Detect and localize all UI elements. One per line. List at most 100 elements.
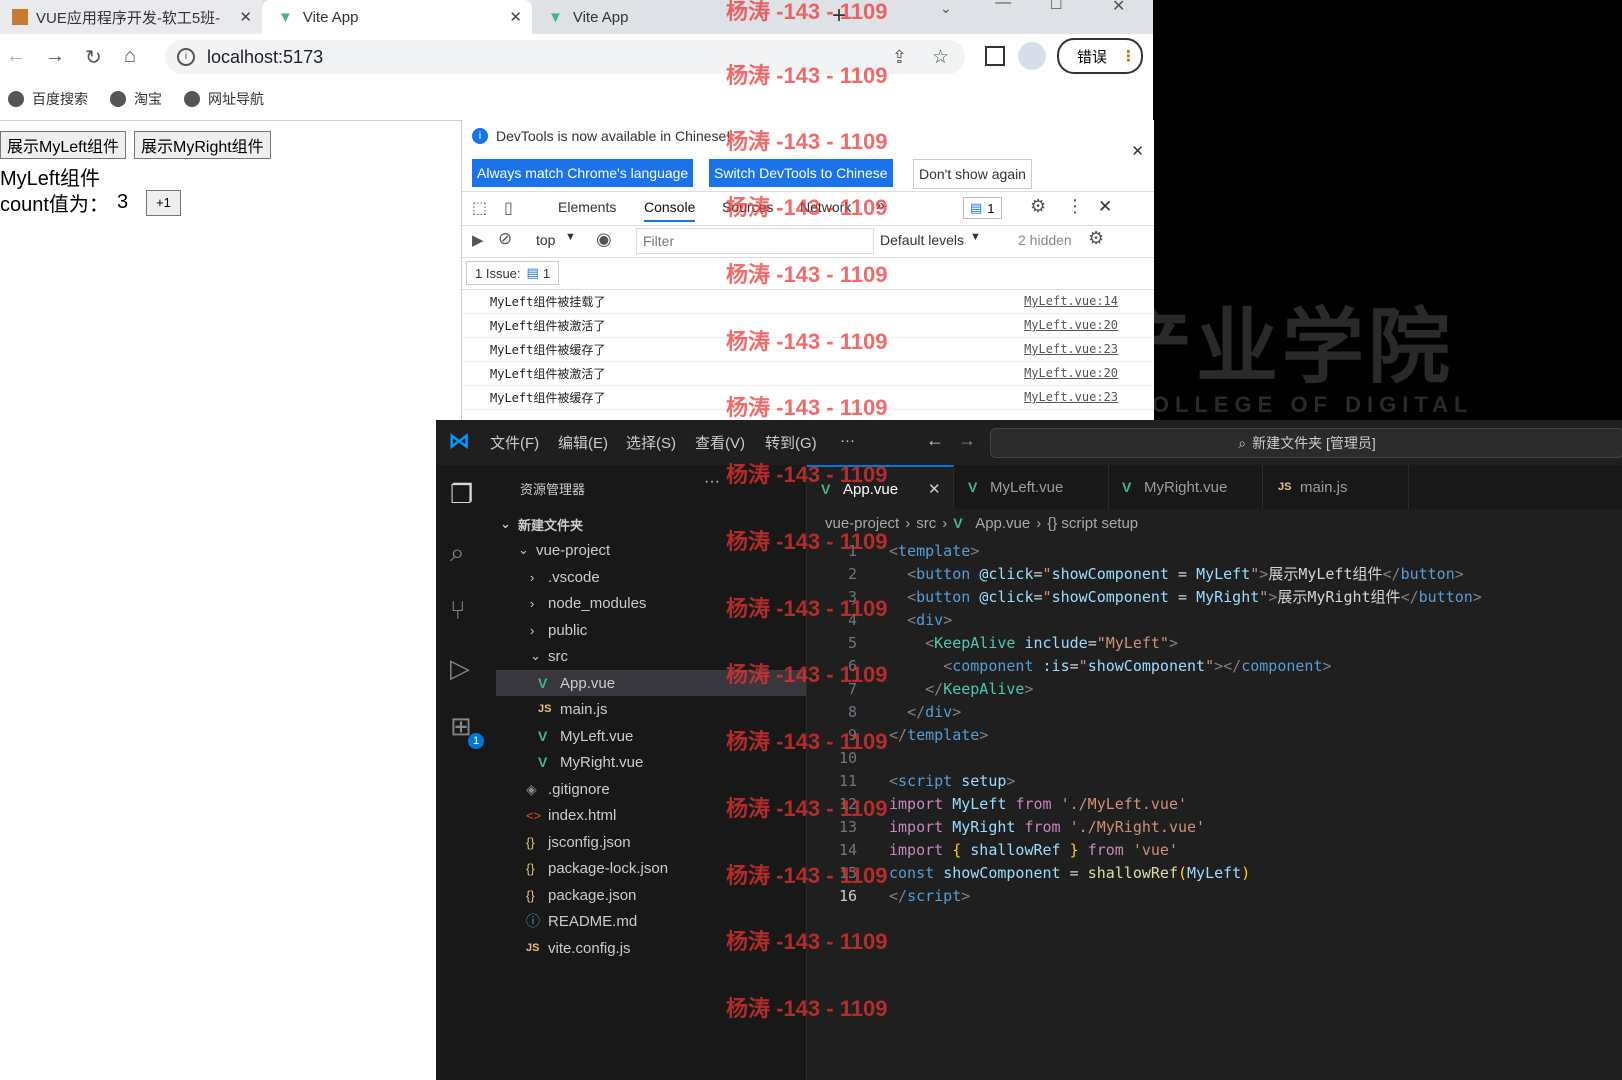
- menu-selection[interactable]: 选择(S): [626, 432, 676, 453]
- tree-label: src: [548, 647, 568, 665]
- explorer-files-icon[interactable]: ❐: [450, 479, 473, 510]
- maximize-icon[interactable]: ☐: [1050, 0, 1063, 13]
- bookmark-nav[interactable]: 网址导航: [184, 89, 264, 109]
- issues-badge[interactable]: ▤ 1: [963, 197, 1002, 219]
- increment-button[interactable]: +1: [146, 189, 181, 216]
- browser-tab-2[interactable]: ▼ Vite App ✕: [262, 0, 532, 34]
- home-icon[interactable]: ⌂: [124, 45, 136, 68]
- folder-root[interactable]: ⌄ 新建文件夹: [500, 511, 583, 537]
- code-line[interactable]: 11 <script setup>: [807, 769, 1016, 792]
- context-selector[interactable]: top: [536, 232, 555, 248]
- log-message: MyLeft组件被激活了: [490, 366, 606, 381]
- switch-devtools-chinese-button[interactable]: Switch DevTools to Chinese: [709, 159, 893, 187]
- forward-icon[interactable]: →: [45, 45, 65, 68]
- code-line[interactable]: 5 <KeepAlive include="MyLeft">: [807, 631, 1178, 654]
- run-debug-icon[interactable]: ▷: [450, 653, 470, 684]
- tree-file-vite-config[interactable]: JS vite.config.js: [526, 935, 631, 961]
- window-close-icon[interactable]: ✕: [1112, 0, 1125, 16]
- code-line[interactable]: 8 </div>: [807, 700, 961, 723]
- tab-console[interactable]: Console: [644, 199, 696, 222]
- log-source-link[interactable]: MyLeft.vue:20: [1024, 366, 1118, 380]
- bookmark-taobao[interactable]: 淘宝: [110, 89, 162, 109]
- menu-edit[interactable]: 编辑(E): [558, 432, 608, 453]
- editor-tab-myright-vue[interactable]: V MyRight.vue: [1108, 465, 1263, 509]
- console-settings-gear-icon[interactable]: ⚙: [1088, 228, 1104, 249]
- tree-folder-vscode[interactable]: › .vscode: [530, 564, 600, 590]
- clear-console-icon[interactable]: ⊘: [498, 229, 512, 249]
- breadcrumb-item[interactable]: {} script setup: [1047, 515, 1138, 532]
- tree-file-index-html[interactable]: <> index.html: [526, 802, 616, 828]
- log-source-link[interactable]: MyLeft.vue:23: [1024, 390, 1118, 404]
- source-control-icon[interactable]: ⑂: [450, 595, 466, 626]
- issue-label: 1 Issue:: [475, 265, 521, 281]
- minimize-icon[interactable]: —: [995, 0, 1011, 12]
- issues-link[interactable]: 1 Issue: ▤ 1: [466, 261, 560, 285]
- log-source-link[interactable]: MyLeft.vue:23: [1024, 342, 1118, 356]
- watermark: 杨涛 -143 - 1109: [726, 729, 888, 754]
- tree-folder-src[interactable]: ⌄ src: [530, 643, 568, 669]
- tree-file-package-json[interactable]: {} package.json: [526, 882, 636, 908]
- tab-close-icon[interactable]: ✕: [509, 8, 522, 26]
- more-options-icon[interactable]: ⋮: [1066, 196, 1084, 217]
- tree-file-myright-vue[interactable]: V MyRight.vue: [538, 749, 643, 775]
- show-myright-button[interactable]: 展示MyRight组件: [134, 131, 271, 159]
- menu-view[interactable]: 查看(V): [695, 432, 745, 453]
- menu-file[interactable]: 文件(F): [490, 432, 539, 453]
- bookmark-star-icon[interactable]: ☆: [932, 46, 949, 69]
- site-info-icon[interactable]: i: [177, 48, 195, 66]
- tree-file-package-lock[interactable]: {} package-lock.json: [526, 855, 668, 881]
- profile-avatar[interactable]: [1018, 42, 1046, 70]
- menu-more[interactable]: ···: [840, 432, 855, 449]
- nav-back-icon[interactable]: ←: [926, 430, 944, 451]
- search-icon[interactable]: ⌕: [450, 537, 465, 569]
- console-filter-input[interactable]: Filter: [636, 228, 874, 254]
- tree-file-myleft-vue[interactable]: V MyLeft.vue: [538, 723, 633, 749]
- back-icon[interactable]: ←: [6, 45, 26, 68]
- log-source-link[interactable]: MyLeft.vue:14: [1024, 294, 1118, 308]
- tab-search-icon[interactable]: ⌄: [940, 0, 952, 17]
- explorer-more-icon[interactable]: ···: [704, 473, 720, 491]
- inspect-element-icon[interactable]: ⬚: [472, 198, 487, 218]
- devtools-close-icon[interactable]: ✕: [1098, 197, 1112, 217]
- notice-close-icon[interactable]: ✕: [1131, 142, 1144, 160]
- settings-gear-icon[interactable]: ⚙: [1030, 196, 1046, 217]
- editor-tab-myleft-vue[interactable]: V MyLeft.vue: [954, 465, 1109, 509]
- menu-go[interactable]: 转到(G): [765, 432, 817, 453]
- live-expression-eye-icon[interactable]: ◉: [596, 229, 612, 250]
- extensions-badge: 1: [468, 733, 484, 749]
- tree-file-readme[interactable]: ⓘ README.md: [526, 908, 637, 934]
- show-myleft-button[interactable]: 展示MyLeft组件: [0, 131, 127, 159]
- tree-label: vue-project: [536, 541, 611, 559]
- always-match-language-button[interactable]: Always match Chrome's language: [472, 159, 694, 187]
- nav-forward-icon[interactable]: →: [958, 430, 976, 451]
- tree-folder-vue-project[interactable]: ⌄ vue-project: [518, 537, 610, 563]
- breadcrumb-item[interactable]: App.vue: [975, 515, 1030, 532]
- tree-file-main-js[interactable]: JS main.js: [538, 696, 608, 722]
- device-toolbar-icon[interactable]: ▯: [504, 198, 513, 218]
- log-levels-dropdown[interactable]: Default levels: [880, 232, 964, 248]
- error-button[interactable]: 错误 ⋮: [1057, 38, 1143, 74]
- browser-tab-3[interactable]: ▼ Vite App: [534, 0, 734, 34]
- tab-close-icon[interactable]: ✕: [239, 8, 252, 26]
- editor-tab-main-js[interactable]: JS main.js: [1264, 465, 1409, 509]
- tree-file-gitignore[interactable]: ◈ .gitignore: [526, 776, 610, 802]
- tree-file-jsconfig[interactable]: {} jsconfig.json: [526, 829, 631, 855]
- share-icon[interactable]: ⇪: [892, 47, 907, 68]
- vue-file-icon: V: [538, 675, 548, 691]
- tree-folder-public[interactable]: › public: [530, 617, 587, 643]
- log-source-link[interactable]: MyLeft.vue:20: [1024, 318, 1118, 332]
- dont-show-again-button[interactable]: Don't show again: [913, 159, 1032, 189]
- sidebar-toggle-icon[interactable]: ▶: [472, 231, 484, 249]
- reload-icon[interactable]: ↻: [85, 45, 102, 70]
- vscode-window: ⋈ 文件(F) 编辑(E) 选择(S) 查看(V) 转到(G) ··· ← → …: [436, 420, 1622, 1080]
- tree-folder-node-modules[interactable]: › node_modules: [530, 590, 646, 616]
- bookmark-baidu[interactable]: 百度搜索: [8, 89, 88, 109]
- command-center-search[interactable]: ⌕ 新建文件夹 [管理员]: [990, 428, 1622, 458]
- tab-elements[interactable]: Elements: [558, 199, 616, 215]
- code-line[interactable]: 2 <button @click="showComponent = MyLeft…: [807, 562, 1464, 585]
- more-menu-icon[interactable]: ⋮: [1121, 47, 1136, 65]
- side-panel-icon[interactable]: [985, 46, 1005, 66]
- tab-close-icon[interactable]: ✕: [928, 480, 941, 498]
- browser-tab-1[interactable]: VUE应用程序开发-软工5班- ✕: [0, 0, 262, 34]
- breadcrumb-item[interactable]: src: [916, 515, 936, 532]
